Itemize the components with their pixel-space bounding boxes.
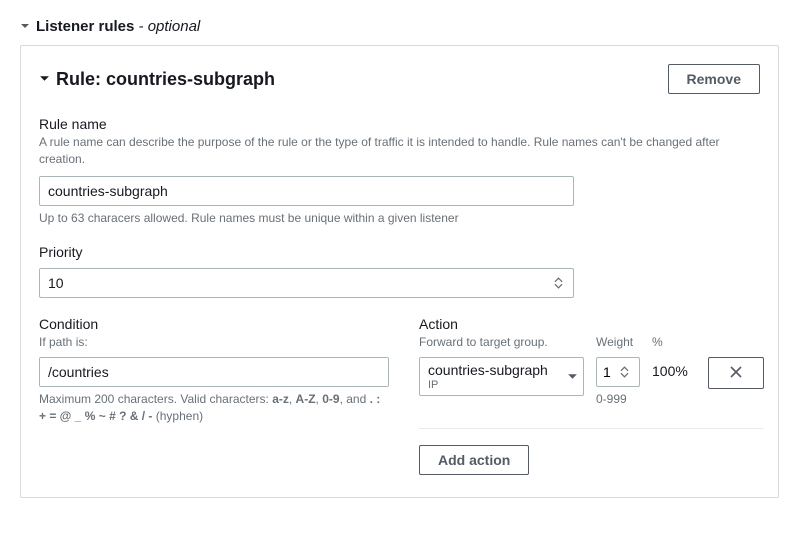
remove-button[interactable]: Remove [668,64,760,94]
path-input[interactable] [39,357,389,387]
target-group-sub: IP [428,379,557,391]
rule-title-text: Rule: countries-subgraph [56,69,275,90]
target-group-select[interactable]: countries-subgraph IP [419,357,584,396]
rule-card-toggle[interactable]: Rule: countries-subgraph [39,69,275,90]
condition-column: Condition If path is: Maximum 200 charac… [39,316,389,475]
weight-hint: 0-999 [596,391,640,408]
close-icon [729,365,743,382]
percent-value: 100% [652,357,696,379]
rule-name-hint: Up to 63 characers allowed. Rule names m… [39,210,760,227]
priority-input[interactable] [39,268,574,298]
rule-name-desc: A rule name can describe the purpose of … [39,134,760,168]
section-title: Listener rules - optional [36,18,200,35]
target-group-value: countries-subgraph [428,362,557,379]
rule-name-input[interactable] [39,176,574,206]
divider [419,428,764,429]
action-sublabel: Forward to target group. [419,334,584,351]
caret-down-icon [39,72,50,87]
rule-name-label: Rule name [39,116,760,132]
priority-field: Priority [39,244,760,298]
caret-down-icon [567,369,578,385]
rule-name-field: Rule name A rule name can describe the p… [39,116,760,226]
listener-rules-header[interactable]: Listener rules - optional [20,18,779,35]
condition-hint: Maximum 200 characters. Valid characters… [39,391,389,425]
rule-card-header: Rule: countries-subgraph Remove [39,64,760,94]
remove-action-button[interactable] [708,357,764,389]
stepper-icon[interactable] [620,366,634,378]
stepper-icon[interactable] [554,277,568,289]
action-column: Action Forward to target group. Weight %… [419,316,764,475]
condition-sublabel: If path is: [39,334,389,351]
add-action-button[interactable]: Add action [419,445,529,475]
caret-down-icon [20,18,30,35]
percent-label: % [652,334,696,351]
condition-label: Condition [39,316,389,332]
action-label: Action [419,316,584,332]
priority-label: Priority [39,244,760,260]
rule-card: Rule: countries-subgraph Remove Rule nam… [20,45,779,498]
weight-label: Weight [596,334,640,351]
